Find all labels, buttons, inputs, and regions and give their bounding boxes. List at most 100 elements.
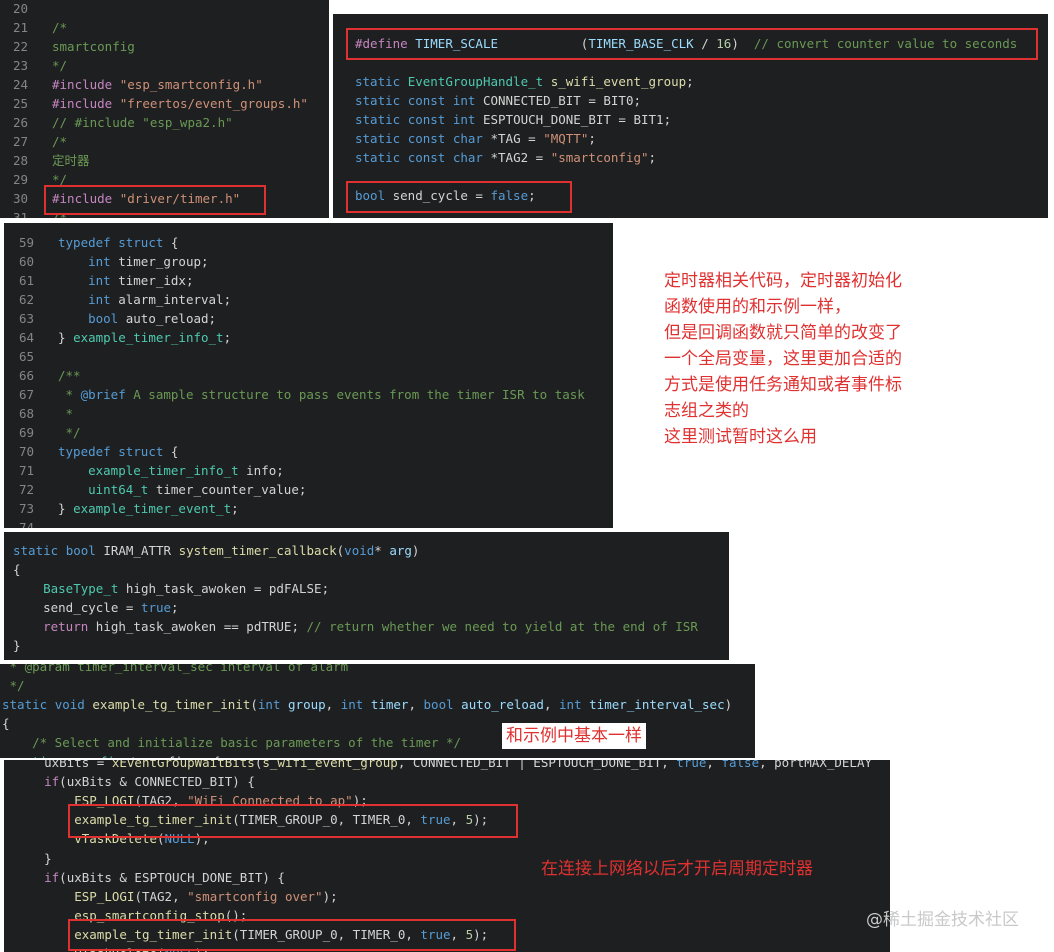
code-token: xEventGroupWaitBits bbox=[111, 760, 255, 770]
code-token: const bbox=[407, 112, 446, 127]
code-line: 25 #include "freertos/event_groups.h" bbox=[0, 94, 308, 113]
line-number: 27 bbox=[12, 134, 28, 149]
code-token: 定时器 bbox=[52, 153, 90, 168]
code-token: } bbox=[13, 638, 21, 653]
code-token: ; bbox=[171, 600, 179, 615]
code-token: int bbox=[452, 112, 476, 127]
code-token: */ bbox=[58, 425, 81, 440]
line-number: 60 bbox=[18, 254, 34, 269]
code-token: ) bbox=[411, 543, 420, 558]
line-number: 24 bbox=[12, 77, 28, 92]
code-line: timer_config_t config = { bbox=[2, 752, 220, 758]
code-token: arg bbox=[389, 543, 412, 558]
code-token: ; bbox=[686, 74, 694, 89]
code-token: ( bbox=[250, 697, 258, 712]
code-token: * bbox=[58, 387, 81, 402]
code-token: ESP_LOGI bbox=[74, 888, 135, 904]
code-token: ; bbox=[223, 330, 232, 345]
code-token: timer_idx; bbox=[110, 273, 194, 288]
code-token: timer_counter_value; bbox=[148, 482, 307, 497]
code-line: 68 * bbox=[4, 404, 73, 423]
line-number: 59 bbox=[18, 235, 34, 250]
code-token: struct bbox=[118, 444, 164, 459]
code-token: if bbox=[44, 869, 60, 885]
code-line: 21 /* bbox=[0, 18, 67, 37]
code-line: } bbox=[13, 636, 21, 655]
line-number: 22 bbox=[12, 39, 28, 54]
code-token: timer bbox=[370, 697, 409, 712]
code-token: struct bbox=[118, 235, 164, 250]
code-token: void bbox=[54, 697, 85, 712]
code-token: auto_reload; bbox=[118, 311, 217, 326]
line-number: 64 bbox=[18, 330, 34, 345]
code-token: const bbox=[407, 93, 446, 108]
code-token: CONNECTED_BIT = BIT0; bbox=[475, 93, 642, 108]
line-number: 63 bbox=[18, 311, 34, 326]
code-token: A sample structure to pass events from t… bbox=[125, 387, 585, 402]
code-line: } bbox=[14, 849, 52, 868]
connect-note: 在连接上网络以后才开启周期定时器 bbox=[541, 859, 813, 879]
code-token: void bbox=[344, 543, 375, 558]
code-token: static bbox=[355, 131, 401, 146]
line-number: 20 bbox=[12, 1, 28, 16]
code-line: { bbox=[2, 714, 10, 733]
code-line: 72 uint64_t timer_counter_value; bbox=[4, 480, 306, 499]
code-token: * bbox=[58, 406, 74, 421]
code-token: */ bbox=[52, 58, 68, 73]
code-token: *TAG2 = bbox=[482, 150, 551, 165]
code-token: ) bbox=[724, 697, 733, 712]
line-number: 31 bbox=[12, 210, 28, 218]
code-token: { bbox=[2, 716, 10, 731]
code-token: int bbox=[452, 93, 476, 108]
code-line: static const char *TAG2 = "smartconfig"; bbox=[355, 148, 656, 167]
code-line: BaseType_t high_task_awoken = pdFALSE; bbox=[13, 579, 329, 598]
code-token: "smartconfig over" bbox=[187, 888, 323, 904]
timer-note: 定时器相关代码，定时器初始化 函数使用的和示例一样， 但是回调函数就只简单的改变… bbox=[664, 271, 902, 447]
code-token: send_cycle = bbox=[13, 600, 141, 615]
code-line: 24 #include "esp_smartconfig.h" bbox=[0, 75, 263, 94]
code-token: example_timer_event_t bbox=[73, 501, 232, 516]
code-line: if(uxBits & CONNECTED_BIT) { bbox=[14, 772, 255, 791]
code-line: uxBits = xEventGroupWaitBits(s_wifi_even… bbox=[14, 760, 872, 772]
code-token: example_timer_info_t bbox=[88, 463, 239, 478]
code-token: char bbox=[452, 131, 483, 146]
line-number: 66 bbox=[18, 368, 34, 383]
code-token: , bbox=[408, 697, 424, 712]
code-token: ; bbox=[588, 131, 596, 146]
code-token: , bbox=[543, 697, 560, 712]
code-line: static EventGroupHandle_t s_wifi_event_g… bbox=[355, 72, 694, 91]
code-token: #include bbox=[52, 96, 113, 111]
code-token: IRAM_ATTR bbox=[95, 543, 179, 558]
code-line: 27 /* bbox=[0, 132, 67, 151]
code-line: 73} example_timer_event_t; bbox=[4, 499, 239, 518]
code-token: * bbox=[374, 543, 390, 558]
code-token: typedef bbox=[58, 444, 111, 459]
code-line: 20 bbox=[0, 0, 52, 18]
code-token: ; bbox=[231, 501, 239, 516]
code-token: bool bbox=[65, 543, 96, 558]
line-number: 71 bbox=[18, 463, 34, 478]
code-token: bool bbox=[88, 311, 119, 326]
code-token: *TAG = bbox=[482, 131, 544, 146]
code-token: int bbox=[88, 254, 111, 269]
code-token: // #include "esp_wpa2.h" bbox=[52, 115, 233, 130]
code-line: 22 smartconfig bbox=[0, 37, 135, 56]
code-line: ESP_LOGI(TAG2, "smartconfig over"); bbox=[14, 887, 337, 906]
code-token: /* bbox=[52, 20, 68, 35]
code-token: const bbox=[407, 131, 446, 146]
code-token: s_wifi_event_group bbox=[262, 760, 398, 770]
code-token: info; bbox=[238, 463, 284, 478]
code-token: high_task_awoken = pdFALSE; bbox=[118, 581, 330, 596]
